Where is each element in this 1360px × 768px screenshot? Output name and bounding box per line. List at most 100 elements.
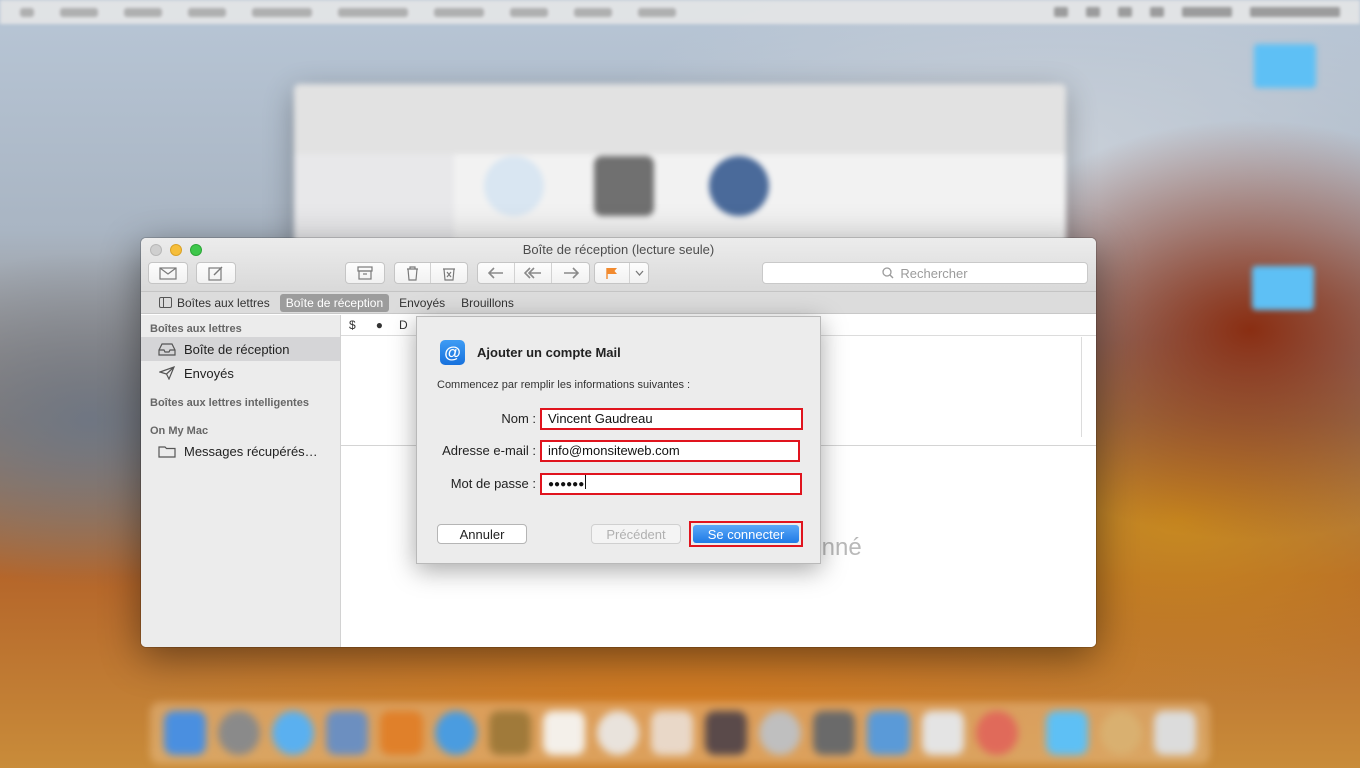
flag-button[interactable] <box>595 263 630 283</box>
add-account-dialog: @ Ajouter un compte Mail Commencez par r… <box>416 316 821 564</box>
list-divider <box>1081 337 1082 437</box>
app-icon[interactable] <box>975 711 1018 755</box>
desktop-folder-icon[interactable] <box>1254 44 1316 88</box>
email-value: info@monsiteweb.com <box>548 443 680 458</box>
flag-icon <box>606 267 617 279</box>
email-label: Adresse e-mail : <box>442 443 536 458</box>
app-icon[interactable] <box>650 711 694 755</box>
calendar-icon[interactable] <box>542 711 585 755</box>
app-icon[interactable] <box>488 711 531 755</box>
email-field[interactable]: info@monsiteweb.com <box>540 440 800 462</box>
menu-item[interactable] <box>434 7 484 17</box>
menu-item[interactable] <box>188 7 226 17</box>
reply-forward-group <box>477 262 590 284</box>
search-placeholder: Rechercher <box>900 265 968 281</box>
name-label: Nom : <box>501 411 536 426</box>
previous-button[interactable]: Précédent <box>591 524 681 544</box>
sidebar-item-recovered[interactable]: Messages récupérés… <box>141 439 340 463</box>
menu-item[interactable] <box>338 7 408 17</box>
app-icon[interactable] <box>867 711 910 755</box>
sidebar-item-label: Envoyés <box>184 365 234 381</box>
search-field[interactable]: Rechercher <box>762 262 1088 284</box>
menu-item[interactable] <box>124 7 162 17</box>
menu-item[interactable] <box>574 7 612 17</box>
favorite-sent[interactable]: Envoyés <box>393 294 451 312</box>
dialog-subtitle: Commencez par remplir les informations s… <box>437 379 691 391</box>
app-icon[interactable] <box>1099 711 1142 755</box>
sidebar-section-on-my-mac: On My Mac <box>150 425 209 437</box>
compose-button[interactable] <box>196 262 236 284</box>
status-icon[interactable] <box>1118 7 1132 17</box>
cancel-button[interactable]: Annuler <box>437 524 527 544</box>
favorite-inbox[interactable]: Boîte de réception <box>279 293 390 312</box>
dialog-title: Ajouter un compte Mail <box>477 345 621 360</box>
app-icon[interactable] <box>921 711 964 755</box>
delete-button[interactable] <box>395 263 431 283</box>
name-row: Nom : Vincent Gaudreau <box>417 408 822 430</box>
apple-menu-icon[interactable] <box>20 7 34 17</box>
password-field[interactable]: ●●●●●● <box>540 473 802 495</box>
column-from[interactable]: D <box>383 318 408 332</box>
app-icon[interactable] <box>813 711 856 755</box>
get-mail-button[interactable] <box>148 262 188 284</box>
favorite-mailboxes[interactable]: Boîtes aux lettres <box>153 294 276 312</box>
safari-icon[interactable] <box>272 711 315 755</box>
name-field[interactable]: Vincent Gaudreau <box>540 408 803 430</box>
flag-group <box>594 262 649 284</box>
favorite-label: Boîte de réception <box>285 295 384 310</box>
menu-item[interactable] <box>510 7 548 17</box>
favorite-label: Boîtes aux lettres <box>177 295 270 310</box>
favorite-label: Envoyés <box>399 295 446 310</box>
status-icon[interactable] <box>1250 7 1340 17</box>
globe-icon <box>709 156 769 216</box>
column-attachment[interactable]: $ <box>341 318 356 332</box>
menu-item[interactable] <box>252 7 312 17</box>
status-icon[interactable] <box>1150 7 1164 17</box>
menu-bar <box>0 0 1360 24</box>
dialog-header: @ Ajouter un compte Mail <box>440 340 621 365</box>
dock <box>150 702 1210 764</box>
envelope-icon <box>159 266 177 280</box>
favorite-label: Brouillons <box>461 295 514 310</box>
junk-icon <box>443 267 455 281</box>
menu-item[interactable] <box>638 7 676 17</box>
sidebar-item-inbox[interactable]: Boîte de réception <box>141 337 340 361</box>
reply-button[interactable] <box>478 263 515 283</box>
forward-button[interactable] <box>552 263 589 283</box>
email-row: Adresse e-mail : info@monsiteweb.com <box>417 440 822 462</box>
folder-icon[interactable] <box>1045 711 1088 755</box>
junk-button[interactable] <box>431 263 467 283</box>
password-row: Mot de passe : ●●●●●● <box>417 473 822 495</box>
connect-button[interactable]: Se connecter <box>693 525 799 543</box>
password-label: Mot de passe : <box>450 476 536 491</box>
status-icon[interactable] <box>1086 7 1100 17</box>
app-icon[interactable] <box>705 711 748 755</box>
sidebar-item-label: Messages récupérés… <box>184 443 318 459</box>
sidebar-section-smart: Boîtes aux lettres intelligentes <box>150 397 309 409</box>
app-icon[interactable] <box>596 711 639 755</box>
status-icon[interactable] <box>1182 7 1232 17</box>
status-icon[interactable] <box>1054 7 1068 17</box>
launchpad-icon[interactable] <box>218 711 261 755</box>
app-icon <box>484 156 544 216</box>
desktop-folder-icon[interactable] <box>1252 266 1314 310</box>
column-unread[interactable]: ● <box>356 318 383 332</box>
connect-button-highlight: Se connecter <box>689 521 803 547</box>
background-finder-window <box>294 84 1066 254</box>
chevron-down-icon <box>635 270 643 276</box>
app-icon[interactable] <box>380 711 423 755</box>
trash-icon[interactable] <box>1153 711 1197 755</box>
flag-menu-button[interactable] <box>630 263 648 283</box>
text-cursor <box>585 475 587 489</box>
at-sign-icon: @ <box>440 340 465 365</box>
menu-item[interactable] <box>60 7 98 17</box>
favorite-drafts[interactable]: Brouillons <box>455 294 520 312</box>
reply-all-button[interactable] <box>515 263 552 283</box>
app-icon[interactable] <box>434 711 477 755</box>
archive-button[interactable] <box>345 262 385 284</box>
sidebar-item-sent[interactable]: Envoyés <box>141 361 340 385</box>
settings-icon[interactable] <box>759 711 802 755</box>
password-value: ●●●●●● <box>548 479 585 490</box>
app-icon[interactable] <box>326 711 369 755</box>
finder-icon[interactable] <box>164 711 207 755</box>
